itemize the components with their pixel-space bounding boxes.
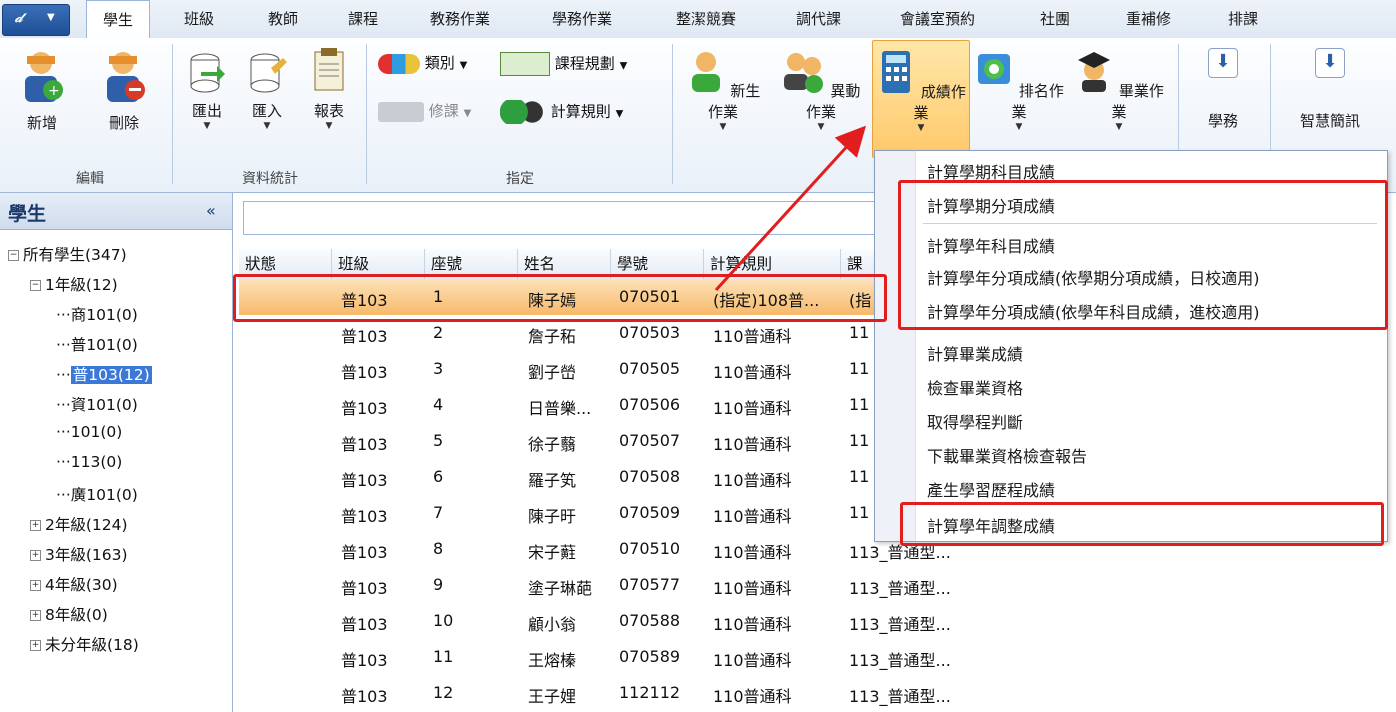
annotation-arrow-icon: [714, 125, 867, 292]
